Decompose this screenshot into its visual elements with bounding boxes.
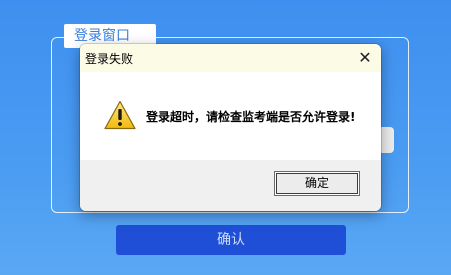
dialog-message: 登录超时，请检查监考端是否允许登录!: [146, 110, 356, 124]
dialog-titlebar: 登录失败 ✕: [80, 44, 381, 72]
dialog-footer: 确定: [80, 160, 381, 211]
confirm-button[interactable]: 确认: [116, 225, 346, 255]
login-failed-dialog: 登录失败 ✕ 登录超时，请检查监考端是否允许登录! 确定: [80, 44, 381, 211]
ok-button[interactable]: 确定: [274, 171, 360, 196]
close-icon[interactable]: ✕: [355, 48, 375, 68]
dialog-title: 登录失败: [85, 52, 134, 66]
dialog-body: 登录超时，请检查监考端是否允许登录!: [80, 72, 381, 160]
warning-icon: [104, 100, 136, 130]
